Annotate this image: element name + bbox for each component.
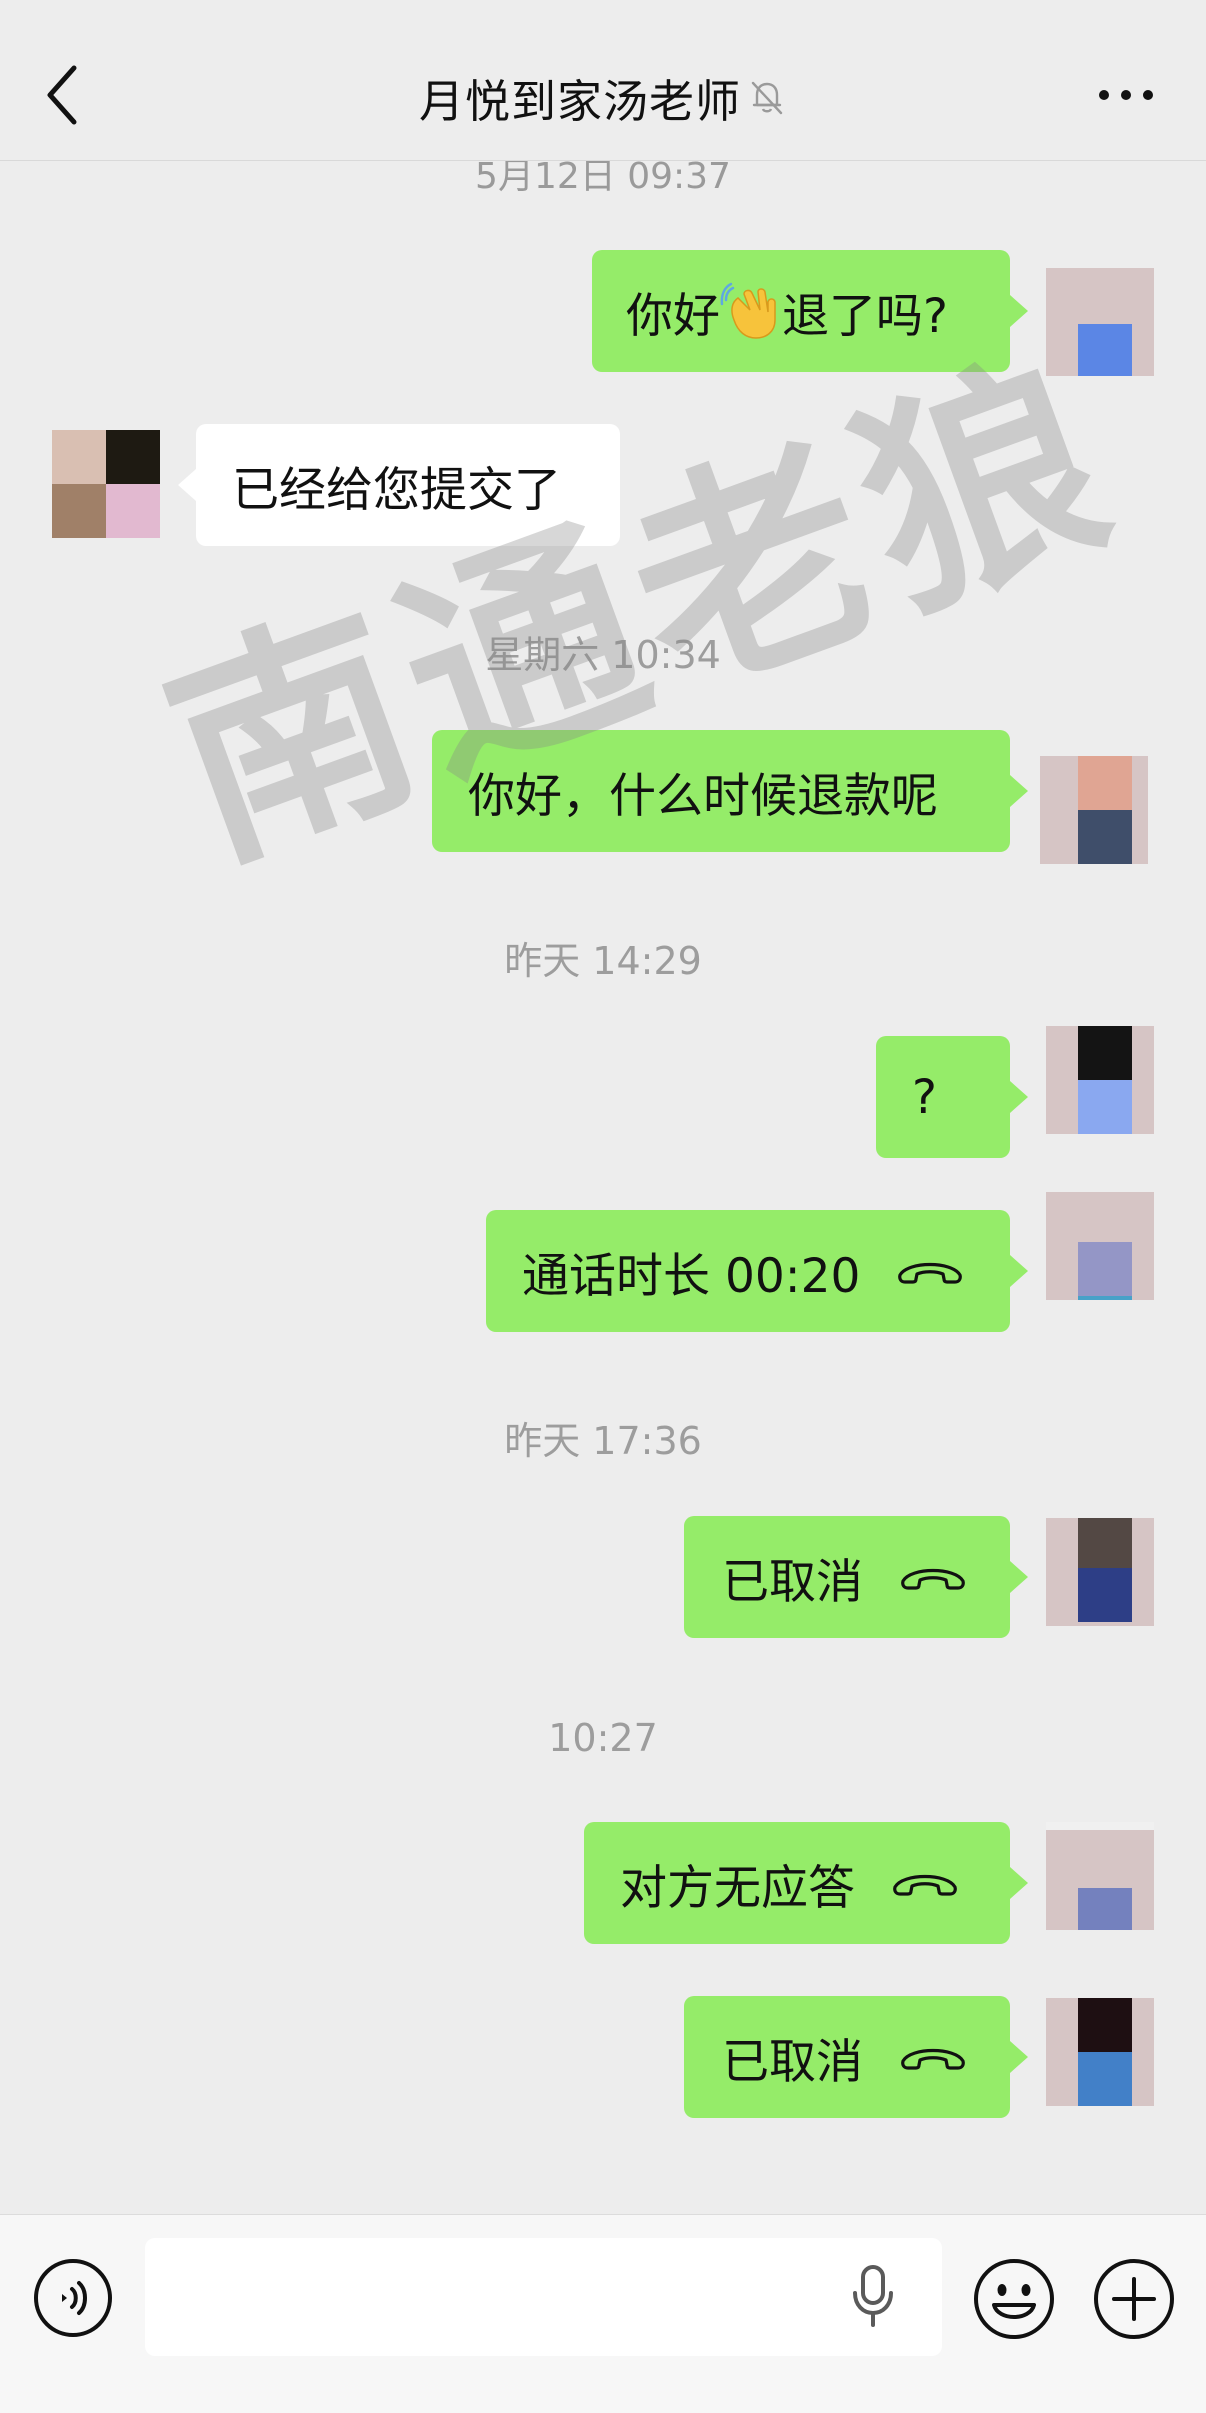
message-text: ? xyxy=(912,1069,937,1125)
message-bubble-sent[interactable]: 你好 退了吗? xyxy=(592,250,1028,372)
more-options-button[interactable] xyxy=(1096,80,1156,110)
avatar-self[interactable] xyxy=(1046,1518,1154,1626)
avatar-self[interactable] xyxy=(1046,268,1154,376)
avatar-self[interactable] xyxy=(1046,1998,1154,2106)
timestamp: 昨天 14:29 xyxy=(504,939,702,983)
chat-header: 月悦到家汤老师 xyxy=(0,0,1206,161)
microphone-icon[interactable] xyxy=(850,2263,896,2329)
call-record-bubble[interactable]: 对方无应答 xyxy=(584,1822,1028,1944)
smiley-face-icon[interactable] xyxy=(972,2257,1056,2341)
bell-off-icon xyxy=(751,81,783,115)
phone-hangup-icon xyxy=(901,2049,965,2070)
avatar-self[interactable] xyxy=(1046,1026,1154,1134)
timestamp: 昨天 17:36 xyxy=(504,1419,702,1463)
message-bubble-received[interactable]: 已经给您提交了 xyxy=(178,424,620,546)
timestamp: 星期六 10:34 xyxy=(485,633,721,677)
voice-wave-icon[interactable] xyxy=(32,2257,114,2339)
timestamp: 10:27 xyxy=(548,1716,658,1760)
call-status-text: 对方无应答 xyxy=(620,1860,855,1916)
title-area[interactable]: 月悦到家汤老师 xyxy=(0,62,1206,132)
input-bar xyxy=(0,2214,1206,2413)
phone-hangup-icon xyxy=(898,1263,963,1284)
message-text: 已经给您提交了 xyxy=(232,462,561,518)
plus-circle-icon[interactable] xyxy=(1092,2257,1176,2341)
call-status-text: 通话时长 00:20 xyxy=(522,1248,861,1304)
message-text: 你好，什么时候退款呢 xyxy=(468,768,938,824)
avatar-self[interactable] xyxy=(1046,1822,1154,1930)
chat-title: 月悦到家汤老师 xyxy=(418,74,741,128)
phone-hangup-icon xyxy=(893,1875,957,1896)
call-status-text: 已取消 xyxy=(722,2034,863,2090)
waving-hand-emoji xyxy=(720,282,776,339)
call-record-bubble[interactable]: 已取消 xyxy=(684,1516,1028,1638)
avatar-self[interactable] xyxy=(1040,756,1148,864)
message-text: 你好 xyxy=(626,288,720,344)
call-record-bubble[interactable]: 已取消 xyxy=(684,1996,1028,2118)
avatar-self[interactable] xyxy=(1046,1192,1154,1300)
phone-hangup-icon xyxy=(901,1569,965,1590)
message-bubble-sent[interactable]: 你好，什么时候退款呢 xyxy=(432,730,1028,852)
avatar-contact[interactable] xyxy=(52,430,160,538)
message-bubble-sent[interactable]: ? xyxy=(876,1036,1028,1158)
call-status-text: 已取消 xyxy=(722,1554,863,1610)
call-record-bubble[interactable]: 通话时长 00:20 xyxy=(486,1210,1028,1332)
message-input[interactable] xyxy=(145,2238,942,2356)
message-text: 退了吗? xyxy=(782,288,948,344)
